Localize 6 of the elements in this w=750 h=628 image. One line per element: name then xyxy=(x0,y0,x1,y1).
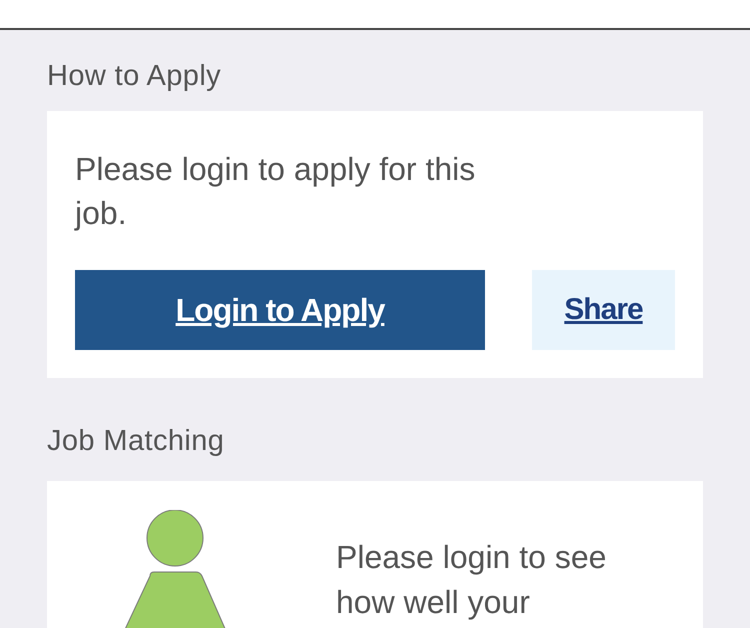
login-to-apply-button[interactable]: Login to Apply xyxy=(75,270,485,350)
section-heading: Job Matching xyxy=(47,424,226,459)
matching-message: Please login to see how well your xyxy=(336,538,608,622)
share-button[interactable]: Share xyxy=(532,270,675,350)
section-heading: How to Apply xyxy=(47,59,222,94)
login-message: Please login to apply for this job. xyxy=(75,150,476,233)
